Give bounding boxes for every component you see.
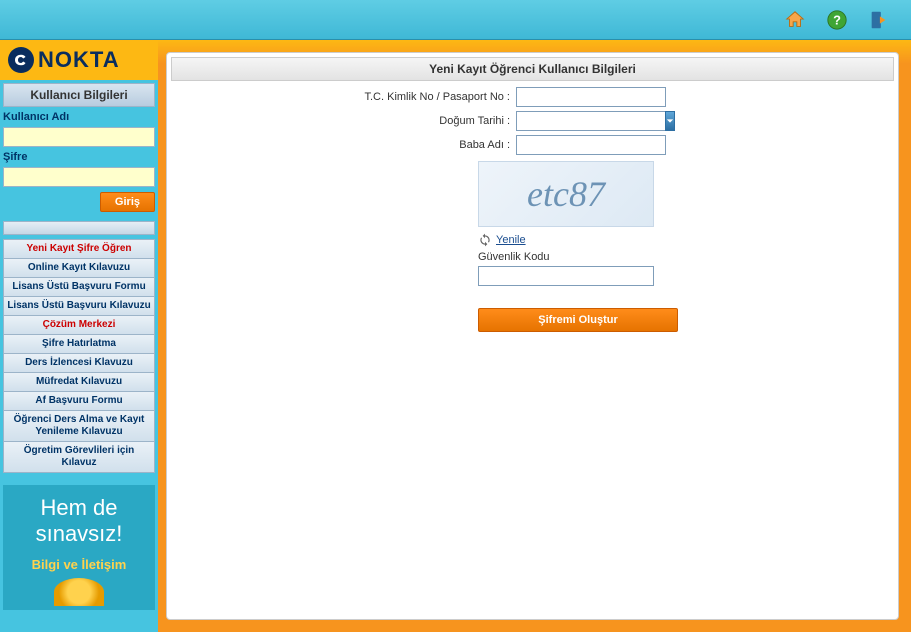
father-input[interactable] — [516, 135, 666, 155]
sidebar-menu-item-3[interactable]: Lisans Üstü Başvuru Kılavuzu — [3, 297, 155, 316]
sidebar-menu-item-0[interactable]: Yeni Kayıt Şifre Öğren — [3, 239, 155, 259]
refresh-link[interactable]: Yenile — [496, 234, 526, 246]
promo-box: Hem de sınavsız! Bilgi ve İletişim — [3, 485, 155, 610]
login-button[interactable]: Giriş — [100, 192, 155, 212]
svg-text:?: ? — [833, 12, 841, 27]
dob-label: Doğum Tarihi : — [171, 115, 516, 127]
sidebar-menu-item-4[interactable]: Çözüm Merkezi — [3, 316, 155, 335]
sidebar: Kullanıcı Bilgileri Kullanıcı Adı Şifre … — [0, 80, 158, 632]
content-panel: Yeni Kayıt Öğrenci Kullanıcı Bilgileri T… — [166, 52, 899, 620]
security-label: Güvenlik Kodu — [478, 251, 894, 263]
sidebar-menu-item-5[interactable]: Şifre Hatırlatma — [3, 335, 155, 354]
security-input[interactable] — [478, 266, 654, 286]
sidebar-menu-item-1[interactable]: Online Kayıt Kılavuzu — [3, 259, 155, 278]
sidebar-menu: Yeni Kayıt Şifre ÖğrenOnline Kayıt Kılav… — [3, 239, 155, 473]
tc-label: T.C. Kimlik No / Pasaport No : — [171, 91, 516, 103]
exit-icon[interactable] — [867, 8, 891, 32]
submit-button[interactable]: Şifremi Oluştur — [478, 308, 678, 332]
password-input[interactable] — [3, 167, 155, 187]
promo-line1: Hem de — [7, 495, 151, 521]
sidebar-menu-item-9[interactable]: Öğrenci Ders Alma ve Kayıt Yenileme Kıla… — [3, 411, 155, 442]
promo-line3: Bilgi ve İletişim — [7, 557, 151, 572]
sidebar-menu-item-8[interactable]: Af Başvuru Formu — [3, 392, 155, 411]
promo-line2: sınavsız! — [7, 521, 151, 547]
logo: NOKTA — [0, 40, 158, 80]
logo-mark-icon — [8, 47, 34, 73]
refresh-icon — [478, 233, 492, 247]
sidebar-menu-item-6[interactable]: Ders İzlencesi Klavuzu — [3, 354, 155, 373]
right-column: Yeni Kayıt Öğrenci Kullanıcı Bilgileri T… — [158, 40, 911, 632]
help-icon[interactable]: ? — [825, 8, 849, 32]
top-bar: ? — [0, 0, 911, 40]
sidebar-menu-item-7[interactable]: Müfredat Kılavuzu — [3, 373, 155, 392]
sidebar-menu-item-2[interactable]: Lisans Üstü Başvuru Formu — [3, 278, 155, 297]
login-header: Kullanıcı Bilgileri — [3, 83, 155, 107]
chevron-down-icon — [666, 117, 674, 125]
dob-picker-button[interactable] — [665, 111, 675, 131]
page-wrap: NOKTA Kullanıcı Bilgileri Kullanıcı Adı … — [0, 40, 911, 632]
username-label: Kullanıcı Adı — [3, 109, 155, 125]
captcha-image: etc87 — [478, 161, 654, 227]
tc-input[interactable] — [516, 87, 666, 107]
password-label: Şifre — [3, 149, 155, 165]
sidebar-menu-item-10[interactable]: Ögretim Görevlileri için Kılavuz — [3, 442, 155, 473]
left-column: NOKTA Kullanıcı Bilgileri Kullanıcı Adı … — [0, 40, 158, 632]
form-body: T.C. Kimlik No / Pasaport No : Doğum Tar… — [171, 81, 894, 332]
form-title: Yeni Kayıt Öğrenci Kullanıcı Bilgileri — [171, 57, 894, 81]
logo-text: NOKTA — [38, 47, 120, 73]
promo-seal-icon — [54, 578, 104, 606]
username-input[interactable] — [3, 127, 155, 147]
sidebar-divider — [3, 221, 155, 235]
father-label: Baba Adı : — [171, 139, 516, 151]
home-icon[interactable] — [783, 8, 807, 32]
dob-input[interactable] — [516, 111, 665, 131]
captcha-block: etc87 Yenile Güvenlik Kodu Şifremi Oluşt… — [478, 161, 894, 332]
